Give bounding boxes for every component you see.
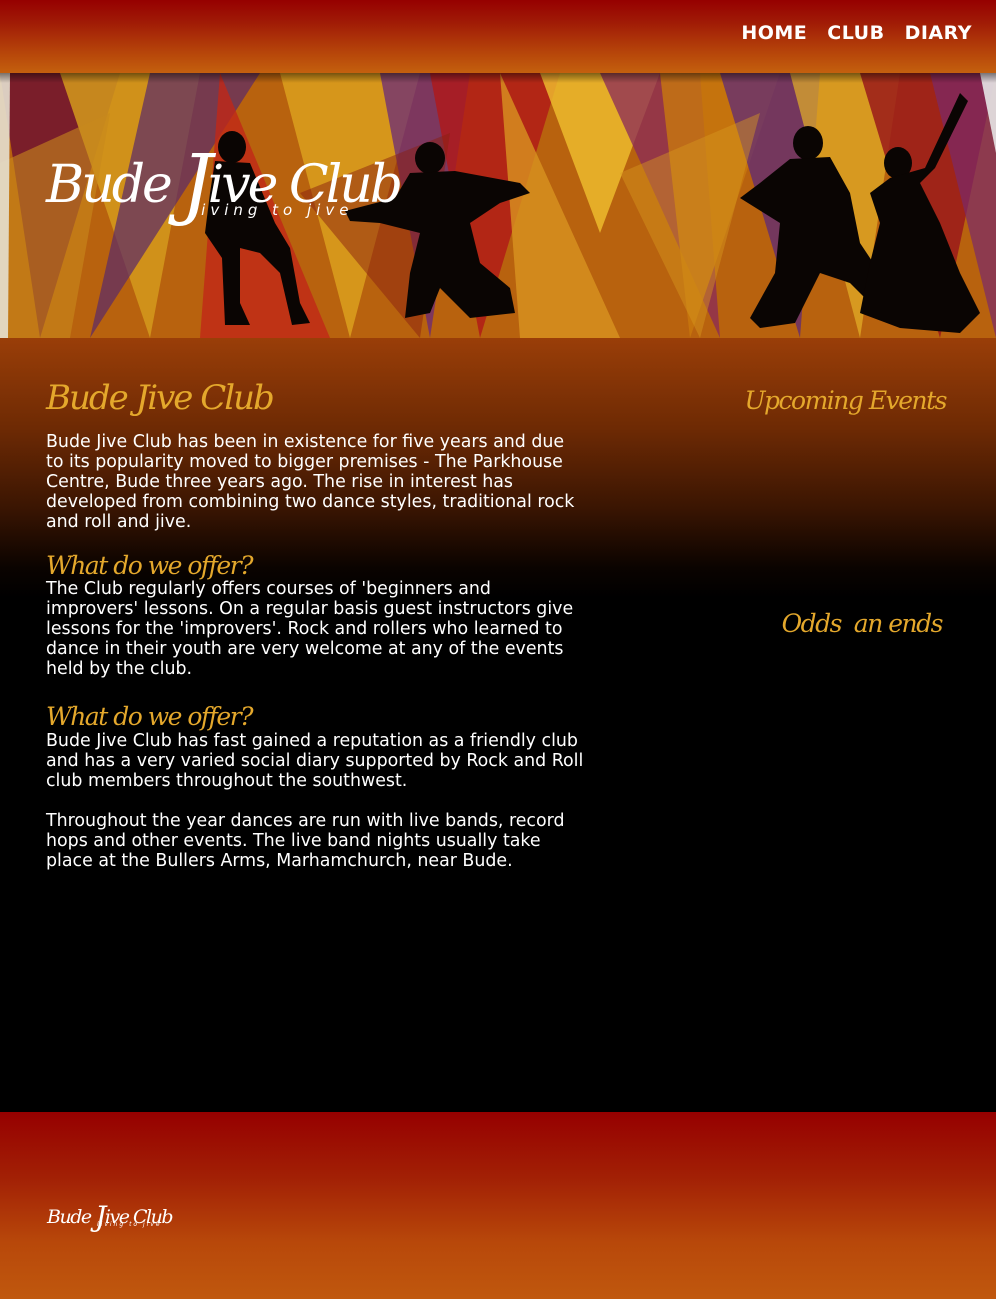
nav-diary-link[interactable]: DIARY — [905, 22, 972, 44]
intro-paragraph: Bude Jive Club has been in existence for… — [46, 431, 575, 532]
section-paragraph-offer-2b: Throughout the year dances are run with … — [46, 810, 565, 871]
banner-top-shadow — [0, 73, 996, 83]
nav-home-link[interactable]: HOME — [741, 22, 807, 44]
section-paragraph-offer-1: The Club regularly offers courses of 'be… — [46, 579, 574, 680]
nav-club-link[interactable]: CLUB — [827, 22, 884, 44]
main-nav: HOME CLUB DIARY — [741, 22, 972, 44]
footer-logo-part1: Bude — [47, 1206, 96, 1228]
section-paragraph-offer-2a: Bude Jive Club has fast gained a reputat… — [46, 730, 584, 791]
footer-logo-j: J — [95, 1200, 106, 1233]
site-logo[interactable]: Bude Jive Club living to jive — [46, 137, 403, 227]
logo-part1: Bude — [46, 155, 184, 215]
top-nav-bar: HOME CLUB DIARY — [0, 0, 996, 73]
odds-and-ends-heading: Odds an ends — [781, 609, 944, 638]
footer-logo-tagline: living to jive — [97, 1221, 162, 1228]
section-heading-offer-2: What do we offer? — [46, 702, 254, 732]
content-area: Bude Jive Club Bude Jive Club has been i… — [0, 338, 996, 1112]
footer-logo[interactable]: Bude Jive Club living to jive — [47, 1200, 174, 1234]
upcoming-events-heading: Upcoming Events — [744, 386, 947, 415]
logo-tagline: living to jive — [192, 201, 354, 219]
section-heading-offer-1: What do we offer? — [46, 550, 254, 580]
page-title: Bude Jive Club — [46, 378, 275, 418]
main-column: Bude Jive Club Bude Jive Club has been i… — [46, 378, 586, 871]
